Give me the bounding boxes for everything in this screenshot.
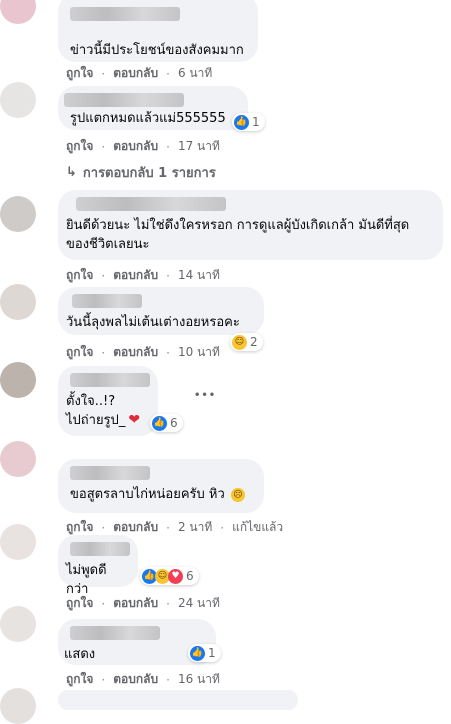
avatar[interactable] bbox=[0, 196, 36, 232]
commenter-name-redacted[interactable] bbox=[70, 626, 160, 640]
separator: · bbox=[101, 520, 106, 535]
comment-text-line2: ไปถ่ายรูป_ bbox=[66, 413, 126, 428]
separator: · bbox=[101, 596, 106, 611]
timestamp[interactable]: 16 นาที bbox=[178, 670, 220, 689]
comment-actions: ถูกใจ · ตอบกลับ · 14 นาที bbox=[66, 266, 220, 285]
commenter-name-redacted[interactable] bbox=[70, 542, 130, 556]
reply-link[interactable]: ตอบกลับ bbox=[113, 137, 158, 156]
comment-bubble bbox=[58, 690, 298, 710]
comment-bubble: ยินดีด้วยนะ ไม่ใช่ดึงใครหรอก การดูแลผู้บ… bbox=[58, 190, 443, 260]
like-icon: 👍 bbox=[152, 415, 167, 431]
sad-emoji: ☹ bbox=[230, 487, 245, 502]
comment-text: ตั้งใจ..!? bbox=[66, 394, 116, 409]
comment-text: รูปแตกหมดแล้วแม่555555 bbox=[70, 111, 226, 126]
haha-icon: ☺ bbox=[232, 334, 247, 350]
commenter-name-redacted[interactable] bbox=[72, 294, 142, 308]
reply-link[interactable]: ตอบกลับ bbox=[113, 670, 158, 689]
comment-actions: ถูกใจ · ตอบกลับ · 16 นาที bbox=[66, 670, 220, 689]
comment-actions: ถูกใจ · ตอบกลับ · 24 นาที bbox=[66, 594, 220, 613]
avatar[interactable] bbox=[0, 284, 36, 320]
separator: · bbox=[166, 139, 170, 154]
like-link[interactable]: ถูกใจ bbox=[66, 343, 93, 362]
separator: · bbox=[220, 520, 225, 535]
comment-bubble: ไม่พูดดีกว่า bbox=[58, 535, 138, 597]
reply-link[interactable]: ตอบกลับ bbox=[113, 594, 158, 613]
avatar[interactable] bbox=[0, 362, 36, 398]
separator: · bbox=[101, 672, 106, 687]
timestamp[interactable]: 17 นาที bbox=[178, 137, 220, 156]
separator: · bbox=[166, 268, 170, 283]
comment-bubble: ตั้งใจ..!? ไปถ่ายรูป_ ❤ bbox=[58, 366, 158, 436]
separator: · bbox=[166, 520, 170, 535]
reply-link[interactable]: ตอบกลับ bbox=[113, 64, 158, 83]
timestamp[interactable]: 10 นาที bbox=[178, 343, 220, 362]
reply-link[interactable]: ตอบกลับ bbox=[113, 266, 158, 285]
avatar[interactable] bbox=[0, 688, 36, 724]
reaction-summary[interactable]: ☺ 2 bbox=[230, 333, 263, 351]
avatar[interactable] bbox=[0, 441, 36, 477]
comment-text: ข่าวนี้มีประโยชน์ของสังคมมาก bbox=[70, 43, 244, 58]
comment-text-body: ขอสูตรลาบไก่หน่อยครับ หิว bbox=[70, 487, 225, 502]
reaction-summary[interactable]: 👍 1 bbox=[232, 113, 265, 131]
comment-actions: ถูกใจ · ตอบกลับ · 6 นาที bbox=[66, 64, 212, 83]
like-link[interactable]: ถูกใจ bbox=[66, 266, 93, 285]
like-link[interactable]: ถูกใจ bbox=[66, 594, 93, 613]
more-options-button[interactable]: ••• bbox=[194, 390, 216, 401]
separator: · bbox=[101, 139, 106, 154]
comment-actions: ถูกใจ · ตอบกลับ · 10 นาที bbox=[66, 343, 220, 362]
reaction-summary[interactable]: 👍 ☺ ♥ 6 bbox=[140, 567, 199, 585]
avatar[interactable] bbox=[0, 82, 36, 118]
comment-text: ไปถ่ายรูป_ ❤ bbox=[66, 411, 146, 430]
separator: · bbox=[166, 345, 170, 360]
separator: · bbox=[166, 672, 170, 687]
comment-bubble: ข่าวนี้มีประโยชน์ของสังคมมาก bbox=[58, 0, 258, 62]
reply-arrow-icon: ↳ bbox=[66, 165, 77, 180]
like-link[interactable]: ถูกใจ bbox=[66, 64, 93, 83]
comment-text: ยินดีด้วยนะ ไม่ใช่ดึงใครหรอก การดูแลผู้บ… bbox=[66, 218, 410, 252]
timestamp[interactable]: 6 นาที bbox=[178, 64, 212, 83]
edited-label[interactable]: แก้ไขแล้ว bbox=[232, 518, 283, 537]
reaction-count: 1 bbox=[208, 646, 216, 660]
avatar[interactable] bbox=[0, 524, 36, 560]
like-icon: 👍 bbox=[234, 114, 249, 130]
comment-actions: ถูกใจ · ตอบกลับ · 17 นาที bbox=[66, 137, 220, 156]
separator: · bbox=[101, 66, 106, 81]
separator: · bbox=[101, 345, 106, 360]
reaction-summary[interactable]: 👍 6 bbox=[150, 414, 183, 432]
commenter-name-redacted[interactable] bbox=[76, 197, 226, 211]
timestamp[interactable]: 14 นาที bbox=[178, 266, 220, 285]
commenter-name-redacted[interactable] bbox=[70, 466, 150, 480]
avatar[interactable] bbox=[0, 0, 36, 24]
separator: · bbox=[101, 268, 106, 283]
reaction-summary[interactable]: 👍 1 bbox=[188, 644, 221, 662]
commenter-name-redacted[interactable] bbox=[64, 93, 184, 107]
separator: · bbox=[166, 66, 170, 81]
comment-bubble: วันนี้ลุงพลไม่เต้นเต่างอยหรอคะ bbox=[58, 287, 264, 335]
reaction-count: 6 bbox=[170, 416, 178, 430]
reply-link[interactable]: ตอบกลับ bbox=[113, 343, 158, 362]
reaction-count: 2 bbox=[250, 335, 258, 349]
avatar[interactable] bbox=[0, 606, 36, 642]
view-replies-link[interactable]: ↳ การตอบกลับ 1 รายการ bbox=[66, 162, 216, 183]
comment-bubble: รูปแตกหมดแล้วแม่555555 bbox=[58, 86, 248, 130]
view-replies-label: การตอบกลับ 1 รายการ bbox=[82, 166, 216, 181]
reaction-count: 6 bbox=[186, 569, 194, 583]
like-link[interactable]: ถูกใจ bbox=[66, 137, 93, 156]
comment-text: วันนี้ลุงพลไม่เต้นเต่างอยหรอคะ bbox=[66, 315, 240, 330]
comment-text: แสดง bbox=[64, 647, 96, 662]
commenter-name-redacted[interactable] bbox=[70, 373, 150, 387]
comment-text: ขอสูตรลาบไก่หน่อยครับ หิว ☹ bbox=[70, 485, 252, 504]
reaction-count: 1 bbox=[252, 115, 260, 129]
separator: · bbox=[166, 596, 170, 611]
timestamp[interactable]: 2 นาที bbox=[178, 518, 212, 537]
commenter-name-redacted[interactable] bbox=[70, 7, 180, 21]
heart-emoji: ❤ bbox=[128, 412, 141, 428]
like-icon: 👍 bbox=[190, 645, 205, 661]
comment-bubble: ขอสูตรลาบไก่หน่อยครับ หิว ☹ bbox=[58, 459, 264, 513]
love-icon: ♥ bbox=[168, 568, 183, 584]
like-link[interactable]: ถูกใจ bbox=[66, 670, 93, 689]
timestamp[interactable]: 24 นาที bbox=[178, 594, 220, 613]
